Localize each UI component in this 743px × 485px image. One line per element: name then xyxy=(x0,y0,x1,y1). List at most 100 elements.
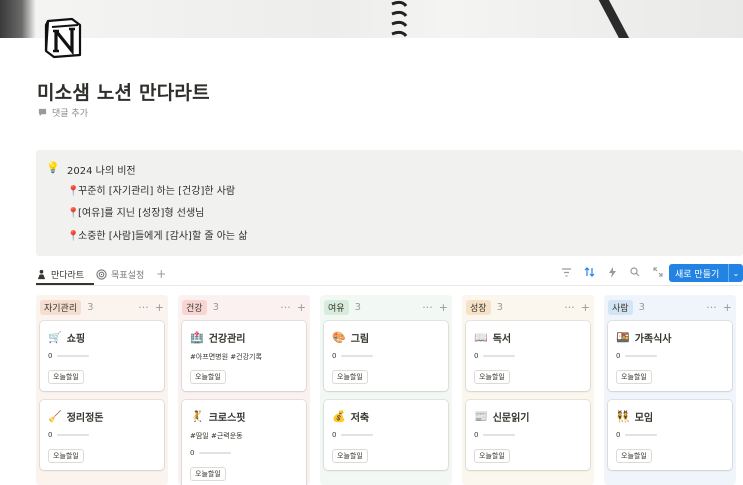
card-title: 📰 신문읽기 xyxy=(474,409,530,424)
board-card[interactable]: 📖 독서 0 오늘할일 xyxy=(466,321,590,391)
card-progress: 0 xyxy=(332,431,374,439)
plus-icon[interactable]: + xyxy=(297,301,306,314)
progress-bar xyxy=(483,355,516,357)
comment-icon xyxy=(38,108,47,117)
column-tag[interactable]: 자기관리 xyxy=(40,299,82,315)
today-tag[interactable]: 오늘할일 xyxy=(48,370,84,384)
progress-value: 0 xyxy=(616,431,621,439)
board-card[interactable]: 💰 저축 0 오늘할일 xyxy=(324,400,448,470)
more-icon[interactable]: ··· xyxy=(564,301,575,314)
card-tags: #아프면병원 #건강기록 xyxy=(190,353,262,361)
callout-line-text: [여유]를 지닌 [성장]형 선생님 xyxy=(78,208,205,219)
today-tag[interactable]: 오늘할일 xyxy=(332,449,368,463)
column-tag[interactable]: 사람 xyxy=(608,299,633,315)
page-title[interactable]: 미소샘 노션 만다라트 xyxy=(37,78,210,105)
target-icon xyxy=(96,268,107,280)
column-actions: ··· + xyxy=(564,301,590,314)
today-tag[interactable]: 오늘할일 xyxy=(474,370,510,384)
today-tag[interactable]: 오늘할일 xyxy=(616,370,652,384)
board-card[interactable]: 🍱 가족식사 0 오늘할일 xyxy=(608,321,732,391)
view-toolbar: ··· xyxy=(560,266,687,278)
new-button-label: 새로 만들기 xyxy=(675,269,720,280)
column-actions: ··· + xyxy=(422,301,448,314)
tabs-divider xyxy=(36,285,743,286)
card-title: 🏥 건강관리 xyxy=(190,330,246,345)
column-header: 여유 3 ··· + xyxy=(324,299,448,315)
chevron-down-icon[interactable]: ⌄ xyxy=(729,269,743,278)
column-count: 3 xyxy=(354,301,361,313)
board-column: 자기관리 3 ··· + 🛒 쇼핑 0 오늘할일 🧹 정리정돈 0 오늘할일 xyxy=(36,295,168,485)
column-actions: ··· + xyxy=(706,301,732,314)
card-title-text: 모임 xyxy=(634,413,654,424)
more-icon[interactable]: ··· xyxy=(138,301,149,314)
card-emoji-icon: 📰 xyxy=(474,410,488,423)
today-tag[interactable]: 오늘할일 xyxy=(190,370,226,384)
card-emoji-icon: 🍱 xyxy=(616,331,630,344)
progress-value: 0 xyxy=(474,352,479,360)
board-card[interactable]: 🧹 정리정돈 0 오늘할일 xyxy=(40,400,164,470)
more-icon[interactable]: ··· xyxy=(280,301,291,314)
card-title-text: 정리정돈 xyxy=(66,413,104,424)
today-tag[interactable]: 오늘할일 xyxy=(474,449,510,463)
tab-goal-setting[interactable]: 목표설정 xyxy=(96,268,144,281)
card-title: 💰 저축 xyxy=(332,409,369,424)
filter-icon[interactable] xyxy=(560,266,572,278)
today-tag[interactable]: 오늘할일 xyxy=(48,449,84,463)
today-tag[interactable]: 오늘할일 xyxy=(332,370,368,384)
add-comment-button[interactable]: 댓글 추가 xyxy=(38,106,88,119)
board-column: 성장 3 ··· + 📖 독서 0 오늘할일 📰 신문읽기 0 오늘할일 xyxy=(462,295,594,485)
tab-mandalart[interactable]: 만다라트 xyxy=(36,268,84,281)
column-count: 3 xyxy=(638,301,645,313)
card-emoji-icon: 🛒 xyxy=(48,331,62,344)
automation-icon[interactable] xyxy=(606,266,618,278)
board-card[interactable]: 🎨 그림 0 오늘할일 xyxy=(324,321,448,391)
board-card[interactable]: 📰 신문읽기 0 오늘할일 xyxy=(466,400,590,470)
person-icon xyxy=(37,269,46,279)
progress-value: 0 xyxy=(332,431,337,439)
progress-bar xyxy=(625,355,658,357)
card-title-text: 쇼핑 xyxy=(66,334,86,345)
card-title: 👯 모임 xyxy=(616,409,653,424)
plus-icon[interactable]: + xyxy=(723,301,732,314)
card-title-text: 저축 xyxy=(350,413,370,424)
card-title-text: 크로스핏 xyxy=(208,413,246,424)
board-card[interactable]: 🤾 크로스핏 #땀일 #근력운동 0 오늘할일 xyxy=(182,400,306,485)
board-column: 건강 3 ··· + 🏥 건강관리 #아프면병원 #건강기록 오늘할일 🤾 크로스핏 #땀일 #근력… xyxy=(178,295,310,485)
more-icon[interactable]: ··· xyxy=(706,301,717,314)
today-tag[interactable]: 오늘할일 xyxy=(190,467,226,481)
card-title-text: 건강관리 xyxy=(208,334,246,345)
plus-icon[interactable]: + xyxy=(155,301,164,314)
today-tag[interactable]: 오늘할일 xyxy=(616,449,652,463)
column-header: 자기관리 3 ··· + xyxy=(40,299,164,315)
card-emoji-icon: 🎨 xyxy=(332,331,346,344)
card-emoji-icon: 📖 xyxy=(474,331,488,344)
board-card[interactable]: 🏥 건강관리 #아프면병원 #건강기록오늘할일 xyxy=(182,321,306,391)
column-tag[interactable]: 건강 xyxy=(182,299,207,315)
card-progress: 0 xyxy=(48,352,90,360)
add-view-icon[interactable]: + xyxy=(156,267,166,281)
tab-label: 목표설정 xyxy=(111,270,145,281)
column-tag[interactable]: 여유 xyxy=(324,299,349,315)
view-tabs: 만다라트 목표설정 + xyxy=(36,265,166,283)
plus-icon[interactable]: + xyxy=(581,301,590,314)
more-icon[interactable]: ··· xyxy=(422,301,433,314)
column-tag[interactable]: 성장 xyxy=(466,299,491,315)
card-title: 🍱 가족식사 xyxy=(616,330,672,345)
expand-icon[interactable] xyxy=(652,266,664,278)
progress-bar xyxy=(57,355,90,357)
progress-value: 0 xyxy=(48,352,53,360)
column-count: 3 xyxy=(87,301,94,313)
callout-line-text: 소중한 [사람]들에게 [감사]할 줄 아는 삶 xyxy=(78,231,248,242)
column-actions: ··· + xyxy=(280,301,306,314)
sort-icon[interactable] xyxy=(583,266,595,278)
plus-icon[interactable]: + xyxy=(439,301,448,314)
board-card[interactable]: 👯 모임 0 오늘할일 xyxy=(608,400,732,470)
board-card[interactable]: 🛒 쇼핑 0 오늘할일 xyxy=(40,321,164,391)
page-cover[interactable] xyxy=(0,0,743,38)
new-button[interactable]: 새로 만들기 ⌄ xyxy=(669,264,743,282)
callout-heading: 2024 나의 비전 xyxy=(67,166,136,177)
search-icon[interactable] xyxy=(629,266,641,278)
progress-bar xyxy=(341,434,374,436)
notion-logo-icon[interactable] xyxy=(42,15,86,59)
lightbulb-icon[interactable]: 💡 xyxy=(46,161,60,174)
